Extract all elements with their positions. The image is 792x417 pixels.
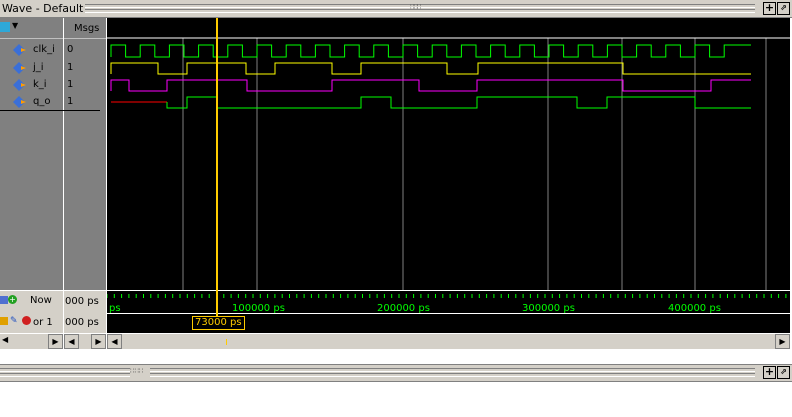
selection-underline [0, 110, 100, 111]
ruler-ticks [107, 294, 787, 298]
timeline-pane[interactable]: ps 100000 ps 200000 ps 300000 ps 400000 … [107, 291, 790, 333]
add-cursor-icon[interactable] [0, 296, 8, 304]
signal-value: 0 [67, 44, 74, 55]
value-pane-scrollbar[interactable]: ◀ ▶ [64, 334, 106, 349]
titlebar-grip-bottom [0, 373, 755, 377]
waveform-scrollbar[interactable]: ◀ ▶ [107, 334, 790, 349]
j-waveform [110, 62, 751, 75]
signal-value: 1 [67, 79, 74, 90]
name-pane-header: ▼ [0, 18, 63, 39]
signal-name[interactable]: j_i [33, 62, 44, 73]
chevron-down-icon[interactable]: ▼ [12, 21, 18, 30]
pane-splitter-1[interactable] [63, 18, 64, 333]
plus-icon[interactable]: + [8, 295, 17, 304]
plus-icon[interactable]: + [763, 2, 776, 15]
waveform-pane[interactable] [107, 18, 790, 290]
timeline-divider [107, 313, 790, 314]
signal-name[interactable]: q_o [33, 96, 50, 107]
window-titlebar[interactable]: Wave - Default ∷∷∷ + ⇗ [0, 0, 792, 18]
undock-icon[interactable]: ⇗ [777, 2, 790, 15]
cursor-line[interactable] [216, 18, 218, 316]
scroll-left-icon[interactable]: ◀ [107, 334, 122, 349]
scroll-right-icon[interactable]: ▶ [91, 334, 106, 349]
clk-waveform-line [110, 44, 751, 58]
window-title: Wave - Default [2, 2, 84, 15]
value-pane-header: Msgs [64, 18, 106, 39]
titlebar-drag-dots-icon: ∷∷∷ [130, 367, 150, 377]
now-value: 000 ps [65, 296, 99, 307]
secondary-panel-titlebar[interactable]: ∷∷∷ + ⇗ [0, 364, 792, 382]
scroll-left-icon[interactable]: ◀ [2, 335, 8, 344]
pencil-icon[interactable]: ✎ [10, 316, 18, 326]
scroll-cursor-marker [226, 339, 227, 345]
titlebar-drag-dots-icon: ∷∷∷ [410, 3, 421, 11]
cursor-time-label[interactable]: 73000 ps [192, 316, 245, 330]
signal-diamond-icon [12, 78, 26, 95]
delete-cursor-icon[interactable] [22, 316, 31, 325]
waveform-canvas [107, 37, 790, 290]
wave-toolbar-icon[interactable] [0, 22, 10, 32]
scroll-right-icon[interactable]: ▶ [48, 334, 63, 349]
cursor-value: 000 ps [65, 317, 99, 328]
scroll-left-icon[interactable]: ◀ [64, 334, 79, 349]
msgs-header: Msgs [74, 23, 100, 34]
signal-value-pane [64, 18, 106, 290]
clk-waveform [110, 44, 751, 58]
cursor-value-pane: 000 ps 000 ps [64, 291, 106, 333]
signal-name-pane [0, 18, 63, 290]
now-label: Now [30, 295, 52, 306]
signal-name[interactable]: clk_i [33, 44, 55, 55]
scroll-right-icon[interactable]: ▶ [775, 334, 790, 349]
cursor-label: or 1 [33, 317, 53, 328]
signal-value: 1 [67, 62, 74, 73]
lock-icon[interactable] [0, 317, 8, 325]
grid-lines [182, 38, 767, 290]
signal-name[interactable]: k_i [33, 79, 47, 90]
cursor-name-pane: + Now ✎ or 1 [0, 291, 63, 333]
q-waveform [166, 96, 751, 109]
signal-diamond-icon [12, 43, 26, 60]
k-waveform [110, 79, 751, 92]
name-pane-scrollbar[interactable]: ◀ ▶ [0, 334, 63, 349]
signal-value: 1 [67, 96, 74, 107]
titlebar-grip-top [0, 368, 755, 372]
plus-icon[interactable]: + [763, 366, 776, 379]
undock-icon[interactable]: ⇗ [777, 366, 790, 379]
signal-diamond-icon [12, 61, 26, 78]
